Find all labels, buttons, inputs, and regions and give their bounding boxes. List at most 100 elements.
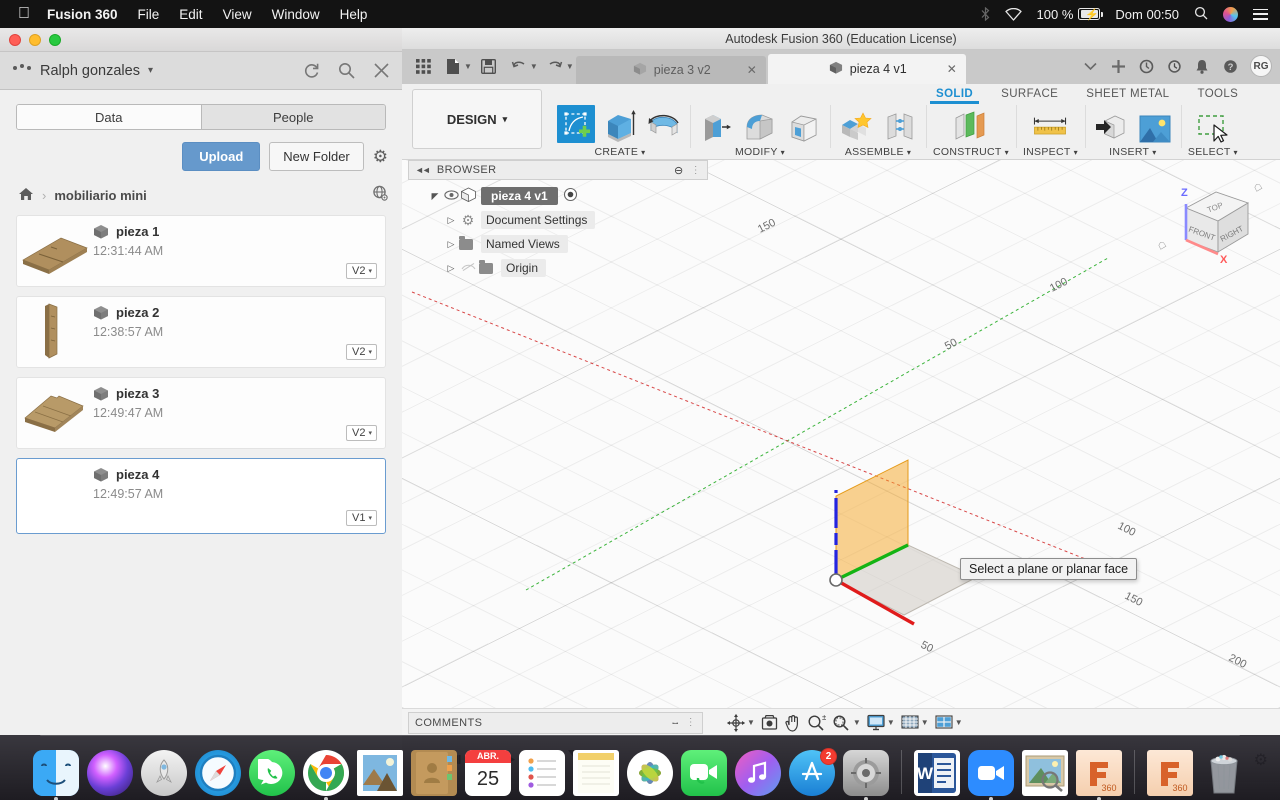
dock-item-itunes[interactable]	[735, 750, 781, 796]
shell-icon[interactable]	[785, 105, 823, 143]
tab-people[interactable]: People	[200, 105, 385, 129]
menubar-item-view[interactable]: View	[223, 7, 252, 22]
list-item[interactable]: pieza 1 12:31:44 AM V2 ▾	[16, 215, 386, 287]
ribbon-group-label[interactable]: ASSEMBLE ▾	[845, 146, 911, 158]
collapse-triangle-icon[interactable]: ◤	[428, 191, 442, 202]
bluetooth-icon[interactable]	[981, 7, 990, 21]
viewcube[interactable]: TOP FRONT RIGHT Z X ☖ ☖	[1156, 170, 1266, 280]
data-panel-user-name[interactable]: Ralph gonzales	[40, 63, 140, 79]
close-window-button[interactable]	[9, 33, 21, 46]
dock-item-facetime[interactable]	[681, 750, 727, 796]
dock-item-system-preferences[interactable]	[843, 750, 889, 800]
close-icon[interactable]: ✕	[747, 63, 757, 77]
list-item[interactable]: pieza 4 12:49:57 AM V1 ▾	[16, 458, 386, 534]
ribbon-group-label[interactable]: MODIFY ▾	[735, 146, 785, 158]
ribbon-tab-surface[interactable]: SURFACE	[987, 88, 1072, 100]
zoom-magnifier-icon[interactable]: ±	[805, 714, 828, 732]
chevron-down-icon[interactable]: ▼	[464, 62, 472, 71]
dock-item-photos[interactable]	[627, 750, 673, 796]
dock-item-notes[interactable]	[573, 750, 619, 796]
dock-item-launchpad[interactable]	[141, 750, 187, 796]
control-center-icon[interactable]	[1253, 8, 1268, 20]
avatar[interactable]: RG	[1250, 55, 1272, 77]
chevron-down-icon[interactable]: ▼	[853, 718, 861, 727]
pan-hand-icon[interactable]	[782, 714, 803, 732]
new-design-plus-icon[interactable]	[1104, 51, 1132, 81]
new-folder-button[interactable]: New Folder	[269, 142, 364, 171]
measure-ruler-icon[interactable]	[1031, 105, 1069, 143]
chevron-down-icon[interactable]: ▼	[955, 718, 963, 727]
ribbon-group-label[interactable]: SELECT ▾	[1188, 146, 1238, 158]
menubar-item-window[interactable]: Window	[272, 7, 320, 22]
zoom-window-icon[interactable]: ▼	[830, 714, 863, 732]
notifications-bell-icon[interactable]	[1188, 51, 1216, 81]
viewports-icon[interactable]: ▼	[933, 714, 965, 731]
dock-item-safari[interactable]	[195, 750, 241, 796]
tree-node-document-settings[interactable]: ▷ ⚙ Document Settings	[408, 208, 708, 232]
dock-item-whatsapp[interactable]	[249, 750, 295, 796]
home-icon[interactable]	[18, 187, 34, 204]
ribbon-tab-sheet-metal[interactable]: SHEET METAL	[1072, 88, 1183, 100]
display-settings-icon[interactable]: ▼	[865, 714, 897, 731]
tree-node-root[interactable]: ◤ pieza 4 v1	[408, 184, 708, 208]
maximize-window-button[interactable]	[49, 33, 61, 46]
apple-logo-icon[interactable]: 	[18, 6, 30, 22]
ribbon-group-label[interactable]: INSPECT ▾	[1023, 146, 1078, 158]
recent-history-icon[interactable]	[1160, 51, 1188, 81]
list-item[interactable]: pieza 3 12:49:47 AM V2 ▾	[16, 377, 386, 449]
dock-item-preview[interactable]	[1022, 750, 1068, 796]
globe-icon[interactable]	[372, 185, 388, 205]
expand-triangle-icon[interactable]: ▷	[444, 263, 458, 274]
fillet-icon[interactable]	[741, 105, 779, 143]
version-badge[interactable]: V1 ▾	[346, 510, 377, 526]
job-status-icon[interactable]	[1132, 51, 1160, 81]
menubar-item-edit[interactable]: Edit	[179, 7, 202, 22]
battery-status[interactable]: 100 % ⚡	[1037, 7, 1103, 22]
chevron-down-icon[interactable]: ▼	[566, 62, 574, 71]
visibility-eye-icon[interactable]	[442, 189, 460, 203]
dock-item-siri[interactable]	[87, 750, 133, 796]
chevron-down-icon[interactable]: ▼	[921, 718, 929, 727]
dock-item-contacts[interactable]	[411, 750, 457, 796]
version-badge[interactable]: V2 ▾	[346, 344, 377, 360]
grid-menu-icon[interactable]	[408, 51, 438, 81]
ribbon-tab-solid[interactable]: SOLID	[922, 88, 987, 104]
expand-triangle-icon[interactable]: ▷	[444, 239, 458, 250]
resize-grip-icon[interactable]: ⋮	[691, 165, 701, 176]
dock-item-trash[interactable]	[1201, 750, 1247, 796]
help-question-icon[interactable]: ?	[1216, 51, 1244, 81]
wifi-icon[interactable]	[1004, 7, 1022, 21]
dock-item-reminders[interactable]	[519, 750, 565, 796]
menubar-clock[interactable]: Dom 00:50	[1115, 7, 1179, 22]
resize-grip-icon[interactable]: ⋮	[686, 717, 696, 728]
insert-canvas-image-icon[interactable]	[1136, 105, 1174, 143]
dock-item-chrome[interactable]	[303, 750, 349, 800]
tab-data[interactable]: Data	[17, 105, 201, 129]
list-item[interactable]: pieza 2 12:38:57 AM V2 ▾	[16, 296, 386, 368]
chevron-down-icon[interactable]: ▼	[887, 718, 895, 727]
search-icon[interactable]	[338, 62, 355, 79]
document-tab-pieza-4[interactable]: pieza 4 v1 ✕	[767, 54, 966, 84]
dock-item-fusion-360[interactable]: 360	[1076, 750, 1122, 800]
menubar-item-help[interactable]: Help	[340, 7, 368, 22]
dock-item-zoom[interactable]	[968, 750, 1014, 800]
minimize-window-button[interactable]	[29, 33, 41, 46]
expand-triangle-icon[interactable]: ▷	[444, 215, 458, 226]
window-selection-icon[interactable]	[1194, 105, 1232, 143]
close-icon[interactable]: ✕	[947, 62, 957, 76]
visibility-off-eye-icon[interactable]	[458, 261, 478, 275]
create-sketch-icon[interactable]	[557, 105, 595, 143]
dock-item-mail[interactable]	[357, 750, 403, 796]
dock-item-app-store[interactable]: 2	[789, 748, 837, 796]
orbit-icon[interactable]: ▼	[725, 713, 757, 732]
tree-node-named-views[interactable]: ▷ Named Views	[408, 232, 708, 256]
ribbon-tab-tools[interactable]: TOOLS	[1183, 88, 1252, 100]
activate-component-icon[interactable]	[563, 187, 578, 205]
add-comment-icon[interactable]: ⧿	[672, 715, 678, 730]
ribbon-group-label[interactable]: CONSTRUCT ▾	[933, 146, 1009, 158]
minimize-icon[interactable]: ⊖	[674, 164, 684, 177]
close-icon[interactable]	[373, 62, 390, 79]
dock-item-word[interactable]: W	[914, 750, 960, 796]
3d-canvas[interactable]: 150 100 50 50 100 150 200 ◄◄ BROWSER ⊖ ⋮	[402, 160, 1280, 708]
menubar-item-file[interactable]: File	[138, 7, 160, 22]
